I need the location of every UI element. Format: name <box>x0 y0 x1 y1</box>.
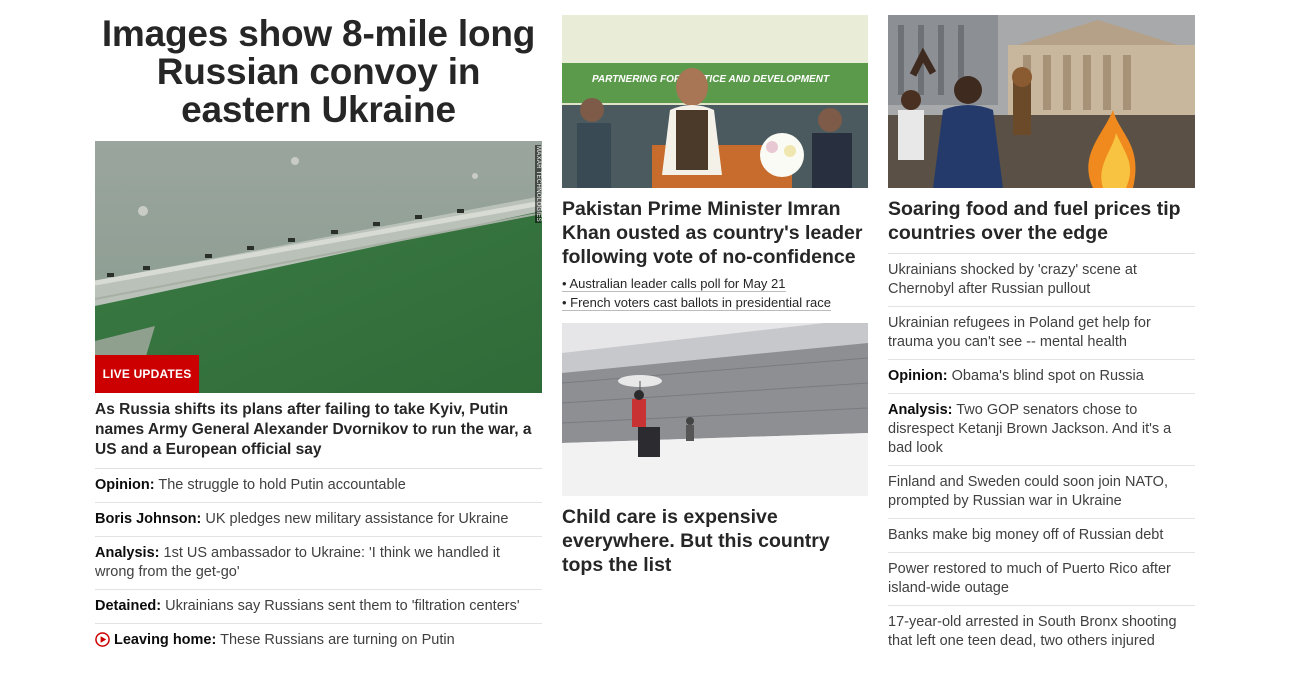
pakistan-image-link[interactable]: PARTNERING FOR JUSTICE AND DEVELOPMENT <box>562 15 868 188</box>
list-item[interactable]: • Australian leader calls poll for May 2… <box>562 275 868 292</box>
prices-headline-link[interactable]: Soaring food and fuel prices tip countri… <box>888 197 1195 254</box>
live-updates-badge[interactable]: LIVE UPDATES <box>95 355 199 393</box>
childcare-headline: Child care is expensive everywhere. But … <box>562 506 830 576</box>
banner-text: PARTNERING FOR JUSTICE AND DEVELOPMENT <box>592 74 830 85</box>
list-item[interactable]: Opinion: Obama's blind spot on Russia <box>888 360 1195 394</box>
pakistan-headline-link[interactable]: Pakistan Prime Minister Imran Khan ouste… <box>562 197 868 269</box>
image-credit: MAXAR TECHNOLOGIES <box>535 145 541 223</box>
list-item[interactable]: Leaving home: These Russians are turning… <box>95 624 542 657</box>
list-item[interactable]: • French voters cast ballots in presiden… <box>562 294 868 311</box>
pakistan-headline: Pakistan Prime Minister Imran Khan ouste… <box>562 198 863 268</box>
list-item[interactable]: Boris Johnson: UK pledges new military a… <box>95 503 542 537</box>
lead-story-column: Images show 8-mile long Russian convoy i… <box>95 0 542 657</box>
list-item[interactable]: Power restored to much of Puerto Rico af… <box>888 553 1195 606</box>
lead-headline: Images show 8-mile long Russian convoy i… <box>101 13 536 130</box>
list-item[interactable]: Ukrainian refugees in Poland get help fo… <box>888 307 1195 360</box>
khan-speech-image: PARTNERING FOR JUSTICE AND DEVELOPMENT <box>562 15 868 188</box>
play-icon <box>95 632 110 647</box>
lead-headline-link[interactable]: Images show 8-mile long Russian convoy i… <box>95 15 542 129</box>
list-item[interactable]: Analysis: Two GOP senators chose to disr… <box>888 394 1195 466</box>
list-item[interactable]: Banks make big money off of Russian debt <box>888 519 1195 553</box>
snow-image <box>562 323 868 496</box>
lead-deck-link[interactable]: As Russia shifts its plans after failing… <box>95 400 542 469</box>
headlines-list: Ukrainians shocked by 'crazy' scene at C… <box>888 254 1195 658</box>
list-item[interactable]: Finland and Sweden could soon join NATO,… <box>888 466 1195 519</box>
related-links-list: Opinion: The struggle to hold Putin acco… <box>95 469 542 657</box>
list-item[interactable]: Analysis: 1st US ambassador to Ukraine: … <box>95 537 542 590</box>
childcare-image-link[interactable] <box>562 323 868 496</box>
lead-deck: As Russia shifts its plans after failing… <box>95 400 542 469</box>
right-column: Soaring food and fuel prices tip countri… <box>888 0 1195 658</box>
list-item[interactable]: Detained: Ukrainians say Russians sent t… <box>95 590 542 624</box>
pakistan-related-list: • Australian leader calls poll for May 2… <box>562 275 868 311</box>
middle-column: PARTNERING FOR JUSTICE AND DEVELOPMENT P… <box>562 0 868 577</box>
list-item[interactable]: Opinion: The struggle to hold Putin acco… <box>95 469 542 503</box>
prices-headline: Soaring food and fuel prices tip countri… <box>888 197 1195 254</box>
protest-image <box>888 15 1195 188</box>
lead-image-link[interactable]: MAXAR TECHNOLOGIES LIVE UPDATES <box>95 141 542 393</box>
list-item[interactable]: 17-year-old arrested in South Bronx shoo… <box>888 606 1195 658</box>
childcare-headline-link[interactable]: Child care is expensive everywhere. But … <box>562 505 868 577</box>
list-item[interactable]: Ukrainians shocked by 'crazy' scene at C… <box>888 254 1195 307</box>
protest-image-link[interactable] <box>888 15 1195 188</box>
